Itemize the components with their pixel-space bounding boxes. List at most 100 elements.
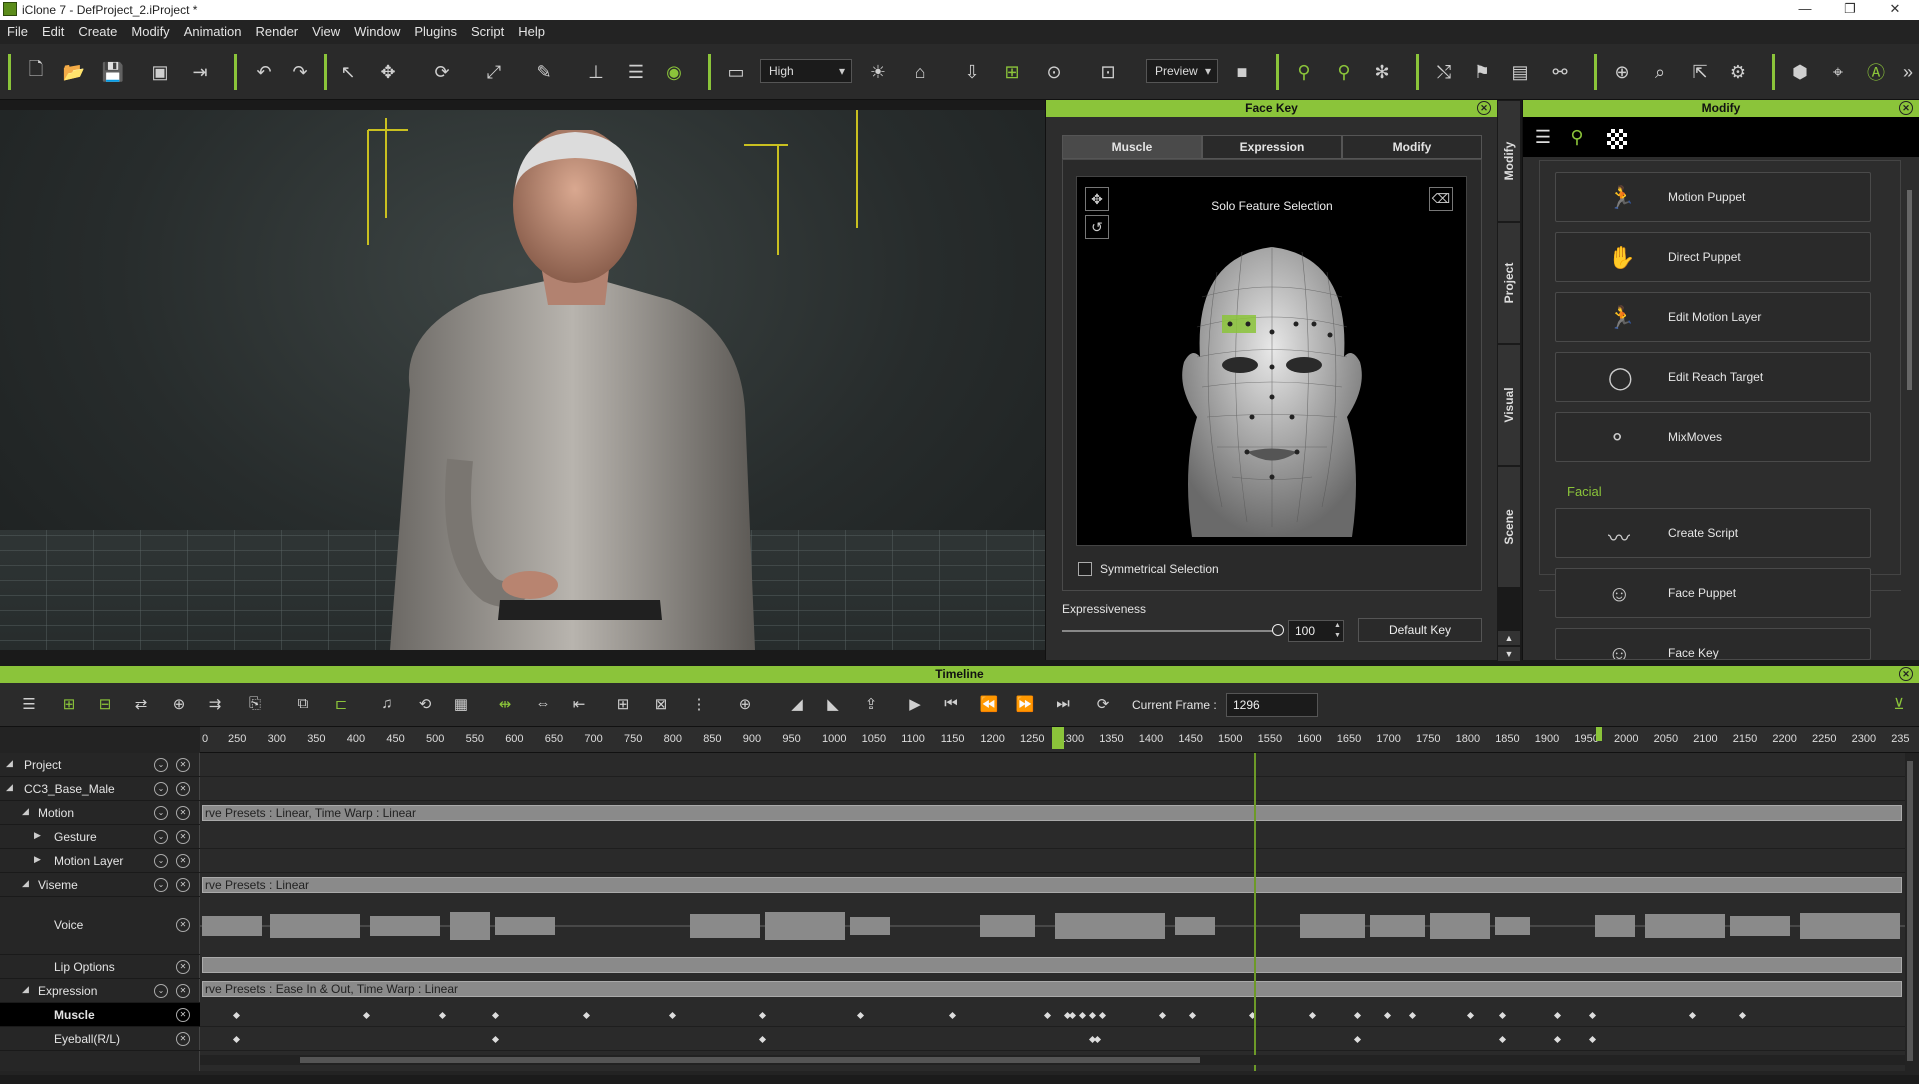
search-object-icon[interactable]: ⌕ — [1648, 60, 1672, 84]
muscle-keyframe[interactable] — [1353, 1011, 1362, 1020]
close-button[interactable]: ✕ — [1875, 1, 1915, 17]
eyeball-keyframe[interactable] — [758, 1035, 767, 1044]
muscle-keyframe[interactable] — [1466, 1011, 1475, 1020]
track-expression[interactable]: ◢ Expression ⌄ ✕ — [0, 979, 200, 1003]
shift-icon[interactable]: ⇉ — [204, 695, 226, 715]
symmetrical-checkbox[interactable] — [1078, 562, 1092, 576]
tab-modify[interactable]: Modify — [1342, 135, 1482, 159]
folder-export-icon[interactable]: ⇱ — [1688, 60, 1712, 84]
save-icon[interactable]: 💾 — [101, 60, 125, 84]
menu-render[interactable]: Render — [249, 20, 306, 44]
audio-icon[interactable]: ♫ — [376, 695, 398, 715]
direct-puppet-button[interactable]: ✋ Direct Puppet — [1555, 232, 1871, 282]
zoom-icon[interactable]: ⊕ — [734, 695, 756, 715]
paint-icon[interactable]: ✎ — [532, 60, 556, 84]
fit-icon[interactable]: ⇩ — [960, 60, 984, 84]
prop-icon[interactable]: ✻ — [1370, 60, 1394, 84]
render-clip-icon[interactable]: ▦ — [450, 695, 472, 715]
eyeball-keyframe[interactable] — [232, 1035, 241, 1044]
muscle-keyframe[interactable] — [491, 1011, 500, 1020]
muscle-keyframe[interactable] — [1383, 1011, 1392, 1020]
scale-icon[interactable]: ⤢ — [482, 60, 506, 84]
menu-edit[interactable]: Edit — [35, 20, 71, 44]
sliders-icon[interactable]: ☰ — [1529, 123, 1557, 151]
frame-icon[interactable]: ⊞ — [1000, 60, 1024, 84]
side-tab-visual[interactable]: Visual — [1497, 344, 1521, 466]
muscle-keyframe[interactable] — [948, 1011, 957, 1020]
character-edit-icon[interactable]: ⚲ — [1332, 60, 1356, 84]
rotate-icon[interactable]: ⟳ — [430, 60, 454, 84]
restore-button[interactable]: ❐ — [1830, 1, 1870, 17]
default-key-button[interactable]: Default Key — [1358, 618, 1482, 642]
loop-icon[interactable]: ⟲ — [414, 695, 436, 715]
muscle-keyframe[interactable] — [1188, 1011, 1197, 1020]
mirror-icon[interactable]: ⧉ — [292, 695, 314, 715]
modify-close-icon[interactable]: ✕ — [1899, 101, 1913, 115]
insert-icon[interactable]: ⊕ — [168, 695, 190, 715]
undo-icon[interactable]: ↶ — [252, 60, 276, 84]
light-icon[interactable]: ☀ — [866, 60, 890, 84]
flag-icon[interactable]: ⚑ — [1470, 60, 1494, 84]
split-icon[interactable]: ⋮ — [688, 695, 710, 715]
track-lip-options[interactable]: Lip Options ✕ — [0, 955, 200, 979]
character-motion-icon[interactable]: ⚲ — [1292, 60, 1316, 84]
minimize-button[interactable]: — — [1785, 1, 1825, 16]
track-list-icon[interactable]: ☰ — [18, 695, 40, 715]
eyeball-keyframe[interactable] — [1588, 1035, 1597, 1044]
home-icon[interactable]: ⌂ — [908, 60, 932, 84]
track-gesture[interactable]: ▶ Gesture ⌄ ✕ — [0, 825, 200, 849]
preview-dropdown[interactable]: Preview — [1146, 59, 1218, 83]
end-marker[interactable] — [1596, 727, 1602, 741]
mixmoves-button[interactable]: ⚬ MixMoves — [1555, 412, 1871, 462]
move-icon[interactable]: ✥ — [376, 60, 400, 84]
expressiveness-spinner[interactable]: ▲ ▼ — [1332, 621, 1343, 641]
keyframes[interactable] — [200, 753, 1905, 1071]
next-frame-icon[interactable]: ⏩ — [1014, 695, 1036, 715]
muscle-keyframe[interactable] — [1498, 1011, 1507, 1020]
track-eyeball[interactable]: Eyeball(R/L) ✕ — [0, 1027, 200, 1051]
playhead[interactable] — [1254, 753, 1256, 1071]
camera-view-icon[interactable]: ⊙ — [1042, 60, 1066, 84]
track-viseme[interactable]: ◢ Viseme ⌄ ✕ — [0, 873, 200, 897]
swap-icon[interactable]: ⇄ — [130, 695, 152, 715]
track-project[interactable]: ◢ Project ⌄ ✕ — [0, 753, 200, 777]
cube-icon[interactable]: ⬢ — [1788, 60, 1812, 84]
slider-knob[interactable] — [1272, 624, 1284, 636]
muscle-keyframe[interactable] — [856, 1011, 865, 1020]
prev-frame-icon[interactable]: ⏪ — [978, 695, 1000, 715]
edit-reach-target-button[interactable]: ◯ Edit Reach Target — [1555, 352, 1871, 402]
side-scroll-down-icon[interactable]: ▼ — [1497, 646, 1521, 662]
tab-expression[interactable]: Expression — [1202, 135, 1342, 159]
muscle-keyframe[interactable] — [1553, 1011, 1562, 1020]
tab-muscle[interactable]: Muscle — [1062, 135, 1202, 159]
auto-icon[interactable]: Ⓐ — [1864, 60, 1888, 84]
distribute-icon[interactable]: ☰ — [624, 60, 648, 84]
menu-modify[interactable]: Modify — [124, 20, 176, 44]
eraser-icon[interactable]: ⌫ — [1429, 187, 1453, 211]
collect-clip-icon[interactable]: ⊟ — [94, 695, 116, 715]
muscle-keyframe[interactable] — [362, 1011, 371, 1020]
timeline-close-icon[interactable]: ✕ — [1899, 667, 1913, 681]
new-file-icon[interactable]: 🗋 — [24, 59, 48, 84]
visibility-eye-icon[interactable]: ◉ — [662, 60, 686, 84]
trim-right-icon[interactable]: ◣ — [822, 695, 844, 715]
face-key-button[interactable]: ☺ Face Key — [1555, 628, 1871, 660]
menu-animation[interactable]: Animation — [177, 20, 249, 44]
face-puppet-button[interactable]: ☺ Face Puppet — [1555, 568, 1871, 618]
menu-plugins[interactable]: Plugins — [407, 20, 464, 44]
muscle-keyframe[interactable] — [1408, 1011, 1417, 1020]
muscle-keyframe[interactable] — [1688, 1011, 1697, 1020]
timeline-ruler[interactable]: 0 250 300 350 400 450 500 550 600 650 700 750 800 850… — [200, 727, 1919, 753]
select-icon[interactable]: ↖ — [336, 60, 360, 84]
muscle-keyframe[interactable] — [1078, 1011, 1087, 1020]
reset-icon[interactable]: ↺ — [1085, 215, 1109, 239]
muscle-keyframe[interactable] — [668, 1011, 677, 1020]
menu-help[interactable]: Help — [511, 20, 552, 44]
eyeball-keyframe[interactable] — [1553, 1035, 1562, 1044]
eyeball-keyframe[interactable] — [1353, 1035, 1362, 1044]
track-motion[interactable]: ◢ Motion ⌄ ✕ — [0, 801, 200, 825]
playhead-marker[interactable] — [1052, 727, 1064, 749]
more-icon[interactable]: » — [1896, 60, 1919, 84]
track-area[interactable]: rve Presets : Linear, Time Warp : Linear… — [200, 753, 1905, 1071]
scene-icon[interactable]: ▣ — [148, 60, 172, 84]
